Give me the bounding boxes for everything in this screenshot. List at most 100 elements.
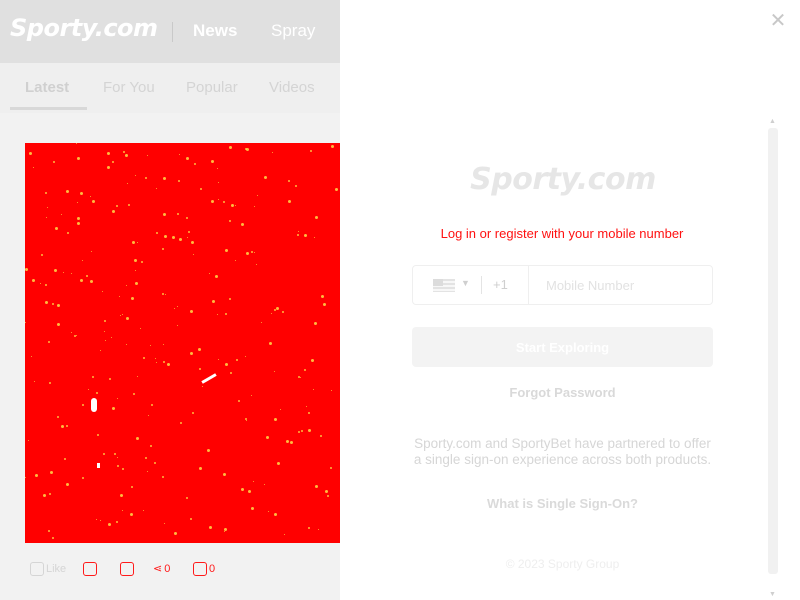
- hero-texture-speckle: [112, 210, 115, 213]
- hero-texture-speckle: [238, 400, 240, 402]
- hero-texture-speckle: [301, 430, 303, 432]
- hero-texture-speckle: [202, 386, 203, 387]
- hero-texture-speckle: [207, 449, 210, 452]
- hero-texture-speckle: [235, 205, 236, 206]
- hero-texture-speckle: [140, 328, 141, 329]
- scroll-down-icon[interactable]: ▼: [769, 591, 776, 598]
- share-button[interactable]: ⋖ 0: [153, 562, 170, 576]
- hero-texture-speckle: [76, 335, 77, 336]
- hero-texture-speckle: [290, 441, 293, 444]
- hero-texture-speckle: [217, 168, 218, 169]
- site-logo[interactable]: Sporty.com: [10, 14, 158, 42]
- hero-texture-speckle: [193, 254, 194, 255]
- hero-texture-speckle: [229, 146, 232, 149]
- hero-texture-speckle: [306, 406, 307, 407]
- comment-button[interactable]: [83, 562, 97, 576]
- hero-texture-speckle: [162, 293, 164, 295]
- hero-texture-speckle: [190, 310, 193, 313]
- hero-texture-speckle: [190, 352, 193, 355]
- hero-texture-speckle: [224, 531, 225, 532]
- hero-texture-speckle: [54, 269, 57, 272]
- hero-texture-speckle: [91, 251, 92, 252]
- hero-texture-speckle: [286, 440, 289, 443]
- hero-texture-speckle: [167, 363, 170, 366]
- hero-texture-speckle: [100, 520, 101, 521]
- hero-texture-speckle: [198, 348, 201, 351]
- hero-texture-speckle: [90, 280, 93, 283]
- hero-texture-speckle: [126, 317, 129, 320]
- hero-texture-speckle: [126, 285, 127, 286]
- hero-texture-speckle: [251, 507, 254, 510]
- hero-texture-speckle: [123, 151, 125, 153]
- nav-news[interactable]: News: [193, 21, 237, 41]
- nav-divider: [172, 22, 173, 42]
- nav-spray[interactable]: Spray: [271, 21, 315, 41]
- hero-texture-speckle: [77, 202, 78, 203]
- phone-number-field: ▼ +1: [412, 265, 713, 305]
- like-button[interactable]: Like: [30, 562, 66, 576]
- hero-texture-speckle: [229, 298, 231, 300]
- hero-texture-speckle: [311, 359, 314, 362]
- hero-texture-speckle: [45, 284, 47, 286]
- close-icon[interactable]: ✕: [768, 8, 788, 32]
- hero-texture-speckle: [323, 303, 326, 306]
- tab-latest[interactable]: Latest: [25, 79, 69, 96]
- article-hero-image[interactable]: [25, 143, 340, 543]
- hero-texture-speckle: [331, 390, 332, 391]
- hero-texture-speckle: [215, 275, 218, 278]
- hero-texture-speckle: [335, 188, 338, 191]
- hero-texture-speckle: [272, 152, 273, 153]
- hero-texture-speckle: [104, 320, 106, 322]
- hero-texture-speckle: [163, 344, 164, 345]
- forgot-password-link[interactable]: Forgot Password: [412, 385, 713, 400]
- country-code-select[interactable]: ▼ +1: [413, 266, 529, 304]
- comment-icon: [83, 562, 97, 576]
- hero-texture-speckle: [92, 376, 94, 378]
- hero-texture-speckle: [45, 301, 48, 304]
- tab-for-you[interactable]: For You: [103, 79, 155, 96]
- hero-texture-speckle: [269, 342, 272, 345]
- hero-texture-speckle: [108, 523, 111, 526]
- hero-texture-speckle: [156, 362, 157, 363]
- hero-texture-speckle: [90, 196, 91, 197]
- hero-texture-speckle: [34, 381, 35, 382]
- hero-texture-speckle: [120, 315, 121, 316]
- article-headline-strip[interactable]: [25, 592, 340, 600]
- hero-texture-speckle: [135, 270, 136, 271]
- hero-texture-speckle: [55, 227, 58, 230]
- start-exploring-button[interactable]: Start Exploring: [412, 327, 713, 367]
- what-is-sso-link[interactable]: What is Single Sign-On?: [412, 496, 713, 511]
- hero-texture-speckle: [31, 356, 32, 357]
- modal-scrollbar[interactable]: ▲ ▼: [768, 118, 778, 598]
- hero-texture-speckle: [82, 477, 84, 479]
- reply-button[interactable]: 0: [193, 562, 215, 576]
- tab-videos[interactable]: Videos: [269, 79, 315, 96]
- hero-texture-speckle: [136, 437, 139, 440]
- mobile-number-input[interactable]: [530, 266, 712, 304]
- scrollbar-thumb[interactable]: [768, 128, 778, 574]
- hero-texture-speckle: [209, 273, 210, 274]
- hero-texture-speckle: [284, 534, 285, 535]
- hero-texture-speckle: [268, 511, 269, 512]
- quote-button[interactable]: [120, 562, 134, 576]
- hero-texture-speckle: [236, 359, 238, 361]
- hero-texture-speckle: [320, 435, 322, 437]
- hero-texture-speckle: [117, 398, 118, 399]
- hero-texture-speckle: [254, 206, 255, 207]
- scroll-up-icon[interactable]: ▲: [769, 118, 776, 125]
- hero-texture-speckle: [225, 249, 228, 252]
- hero-texture-speckle: [178, 180, 180, 182]
- hero-texture-speckle: [150, 345, 151, 346]
- hero-texture-speckle: [66, 425, 68, 427]
- chat-icon: [120, 562, 134, 576]
- hero-texture-speckle: [261, 322, 262, 323]
- hero-texture-speckle: [257, 195, 258, 196]
- hero-texture-speckle: [137, 242, 138, 243]
- hero-texture-speckle: [49, 382, 51, 384]
- hero-texture-speckle: [154, 462, 156, 464]
- hero-texture-speckle: [66, 483, 69, 486]
- tab-popular[interactable]: Popular: [186, 79, 238, 96]
- hero-texture-speckle: [164, 523, 165, 524]
- hero-texture-speckle: [280, 409, 281, 410]
- hero-texture-speckle: [229, 220, 231, 222]
